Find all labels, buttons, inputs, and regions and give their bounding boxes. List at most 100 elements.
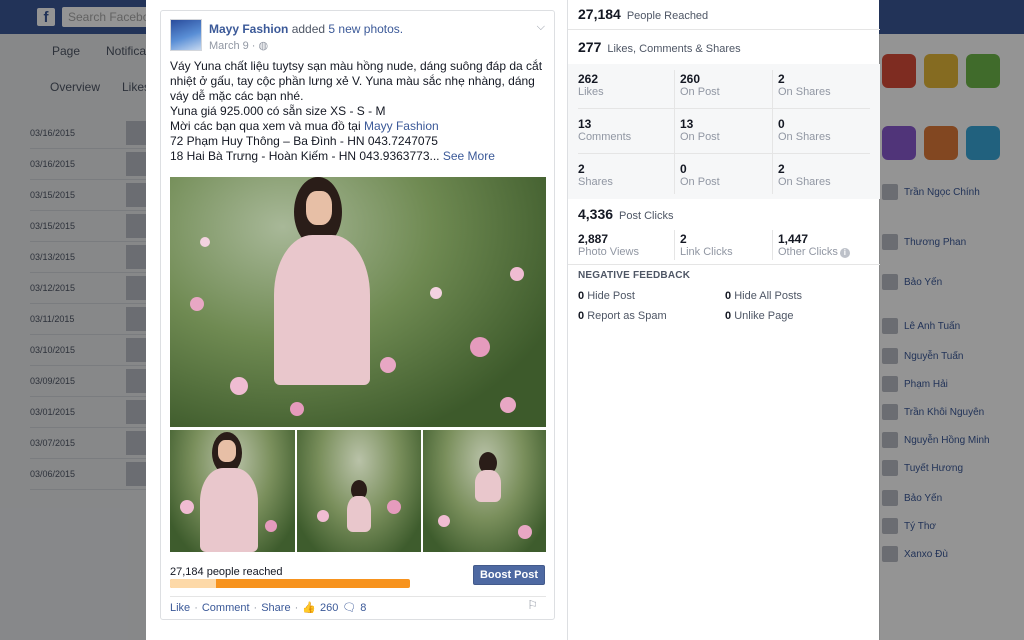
info-icon[interactable]: i <box>839 248 850 258</box>
like-count[interactable]: 260 <box>320 602 338 614</box>
stat-label: On Shares <box>778 176 831 188</box>
neg-value: 0 <box>725 290 732 302</box>
flag-icon[interactable]: ⚐ <box>527 598 538 612</box>
shop-link[interactable]: Mayy Fashion <box>364 119 439 133</box>
post-date[interactable]: March 9 · ◍ <box>209 39 268 52</box>
stat-comments: 13 Comments <box>578 117 631 144</box>
stat-label: On Post <box>680 176 720 188</box>
chevron-down-icon[interactable]: ⌵ <box>537 21 545 34</box>
divider <box>674 70 675 194</box>
stat-value: 260 <box>680 72 701 86</box>
stat-label: On Post <box>680 131 720 143</box>
stat-shares-on-post: 0 On Post <box>680 162 720 189</box>
stat-value: 2 <box>680 232 687 246</box>
neg-label: Hide Post <box>587 290 635 302</box>
separator: · <box>194 601 198 614</box>
stat-label: On Post <box>680 86 720 98</box>
comment-count[interactable]: 8 <box>360 602 366 614</box>
see-more-link[interactable]: See More <box>443 149 495 163</box>
stat-comments-on-post: 13 On Post <box>680 117 720 144</box>
engagement-number: 277 <box>578 39 602 55</box>
avatar[interactable] <box>170 19 202 51</box>
stat-value: 2 <box>778 72 785 86</box>
thumbs-up-icon: 👍 <box>302 602 316 614</box>
post-text-line: Yuna giá 925.000 có sẵn size XS - S - M <box>170 104 386 118</box>
photo-thumbnail[interactable] <box>423 430 546 552</box>
stat-value: 2 <box>778 162 785 176</box>
neg-value: 0 <box>578 310 585 322</box>
neg-hide-post: 0 Hide Post <box>578 290 635 302</box>
post-header: Mayy Fashion added 5 new photos. March 9… <box>170 19 545 55</box>
post-text-line: 18 Hai Bà Trưng - Hoàn Kiếm - HN 043.936… <box>170 149 550 164</box>
globe-icon: ◍ <box>258 40 269 52</box>
divider <box>568 29 880 30</box>
stat-value: 2,887 <box>578 232 609 246</box>
stat-label: On Shares <box>778 131 831 143</box>
people-reached: 27,184 People Reached <box>578 6 708 22</box>
photo-thumbnail[interactable] <box>297 430 421 552</box>
clicks-label: Post Clicks <box>619 210 674 222</box>
stat-value: 262 <box>578 72 599 86</box>
post-actions: Like · Comment · Share · 👍 260 🗨 8 <box>170 601 366 615</box>
divider <box>772 230 773 260</box>
neg-label: Report as Spam <box>587 310 667 322</box>
stat-label: Shares <box>578 176 613 188</box>
stat-label: Link Clicks <box>680 246 733 258</box>
reach-organic-fill <box>170 579 216 588</box>
stat-value: 0 <box>778 117 785 131</box>
neg-hide-all-posts: 0 Hide All Posts <box>725 290 802 302</box>
divider <box>568 264 880 265</box>
divider <box>772 70 773 194</box>
separator: · <box>253 601 258 614</box>
stat-comments-on-shares: 0 On Shares <box>778 117 831 144</box>
stat-photo-views: 2,887 Photo Views <box>578 232 639 259</box>
neg-value: 0 <box>725 310 732 322</box>
stat-link-clicks: 2 Link Clicks <box>680 232 733 259</box>
divider <box>674 230 675 260</box>
stat-likes: 262 Likes <box>578 72 604 99</box>
divider <box>170 596 546 597</box>
post-text-line: Váy Yuna chất liệu tuytsy sạn màu hồng n… <box>170 59 543 103</box>
engagement-summary: 277 Likes, Comments & Shares <box>578 39 741 55</box>
negative-feedback-title: NEGATIVE FEEDBACK <box>578 270 691 281</box>
address-line: 18 Hai Bà Trưng - Hoàn Kiếm - HN 043.936… <box>170 149 440 163</box>
main-photo[interactable] <box>170 177 546 427</box>
post-text-line: 72 Phạm Huy Thông – Ba Đình - HN 043.724… <box>170 134 438 148</box>
clicks-number: 4,336 <box>578 206 614 222</box>
post-clicks: 4,336 Post Clicks <box>578 206 673 222</box>
comment-link[interactable]: Comment <box>202 602 250 614</box>
neg-unlike-page: 0 Unlike Page <box>725 310 794 322</box>
stat-other-clicks: 1,447 Other Clicks i <box>778 232 850 259</box>
stat-label: Comments <box>578 131 632 143</box>
stat-likes-on-post: 260 On Post <box>680 72 720 99</box>
post-card: Mayy Fashion added 5 new photos. March 9… <box>160 10 555 620</box>
divider <box>578 153 870 154</box>
stat-label: Photo Views <box>578 246 639 258</box>
reach-text: 27,184 people reached <box>170 566 283 578</box>
engagement-label: Likes, Comments & Shares <box>607 43 741 55</box>
share-link[interactable]: Share <box>261 602 290 614</box>
post-text-line: Mời các bạn qua xem và mua đồ tại Mayy F… <box>170 119 550 134</box>
post-date-text[interactable]: March 9 · <box>209 40 259 52</box>
neg-label: Hide All Posts <box>734 290 803 302</box>
stat-label: Other Clicks i <box>778 246 850 259</box>
separator: · <box>294 601 299 614</box>
stat-label: Likes <box>578 86 604 98</box>
photos-link[interactable]: 5 new photos. <box>328 22 403 36</box>
photo-thumbnail[interactable] <box>170 430 295 552</box>
author-link[interactable]: Mayy Fashion <box>209 22 288 36</box>
reached-label: People Reached <box>626 10 709 22</box>
comment-bubble-icon: 🗨 <box>342 602 357 614</box>
stat-shares: 2 Shares <box>578 162 613 189</box>
boost-post-button[interactable]: Boost Post <box>472 565 545 585</box>
stat-value: 1,447 <box>778 232 809 246</box>
neg-value: 0 <box>578 290 585 302</box>
stat-value: 0 <box>680 162 687 176</box>
divider <box>578 108 870 109</box>
like-link[interactable]: Like <box>170 602 190 614</box>
insights-panel: 27,184 People Reached 277 Likes, Comment… <box>567 0 880 640</box>
stat-label: On Shares <box>778 86 831 98</box>
reached-number: 27,184 <box>578 6 621 22</box>
stat-value: 2 <box>578 162 585 176</box>
post-author-line: Mayy Fashion added 5 new photos. <box>209 22 403 36</box>
